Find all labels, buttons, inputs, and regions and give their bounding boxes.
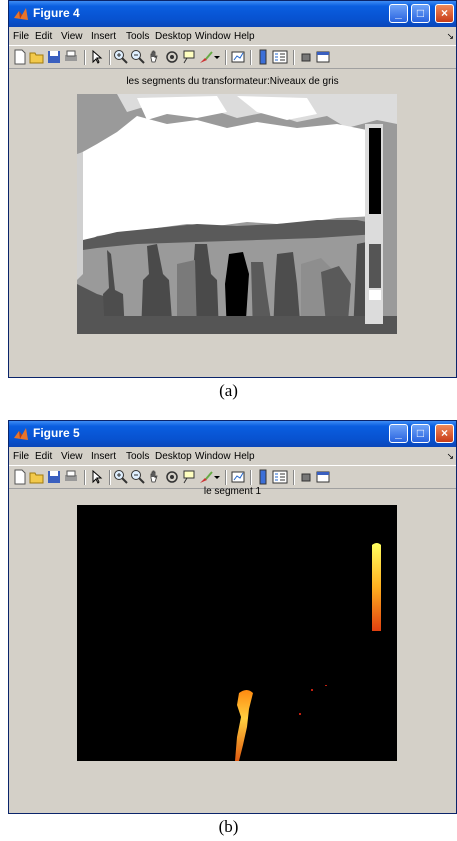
title-bar[interactable]: Figure 5 _ □ × [9, 421, 456, 447]
matlab-logo-icon [14, 8, 28, 20]
hide-plot-tools-icon[interactable] [298, 49, 314, 65]
grayscale-segments-render [77, 94, 397, 334]
menu-view[interactable]: View [61, 451, 83, 462]
menu-view[interactable]: View [61, 31, 83, 42]
hide-plot-tools-icon[interactable] [298, 469, 314, 485]
new-file-icon[interactable] [12, 469, 28, 485]
window-title: Figure 5 [33, 426, 80, 440]
menu-insert[interactable]: Insert [91, 31, 116, 42]
menu-tools[interactable]: Tools [126, 31, 149, 42]
segment-1-image[interactable] [77, 505, 397, 761]
print-icon[interactable] [63, 49, 79, 65]
menu-desktop[interactable]: Desktop [155, 451, 192, 462]
brush-dropdown-icon[interactable] [213, 49, 221, 65]
toolbar-separator [84, 50, 86, 65]
zoom-in-icon[interactable] [113, 49, 129, 65]
colorbar-icon[interactable] [255, 49, 271, 65]
window-title: Figure 4 [33, 6, 80, 20]
zoom-in-icon[interactable] [113, 469, 129, 485]
toolbar-separator [293, 50, 295, 65]
save-icon[interactable] [46, 49, 62, 65]
menu-desktop[interactable]: Desktop [155, 31, 192, 42]
brush-icon[interactable] [198, 49, 214, 65]
toolbar-separator [250, 50, 252, 65]
caption-a: (a) [219, 381, 238, 400]
menu-dock-arrow-icon[interactable]: ↘ [446, 31, 454, 42]
menu-window[interactable]: Window [195, 31, 231, 42]
maximize-button[interactable]: □ [411, 4, 430, 23]
zoom-out-icon[interactable] [130, 49, 146, 65]
brush-dropdown-icon[interactable] [213, 469, 221, 485]
pan-hand-icon[interactable] [147, 49, 163, 65]
open-folder-icon[interactable] [29, 469, 45, 485]
toolbar-separator [250, 470, 252, 485]
menu-bar: File Edit View Insert Tools Desktop Wind… [9, 448, 456, 465]
segmented-grayscale-image[interactable] [77, 94, 397, 334]
pointer-icon[interactable] [89, 469, 105, 485]
save-icon[interactable] [46, 469, 62, 485]
plot-title: les segments du transformateur:Niveaux d… [126, 76, 339, 87]
menu-tools[interactable]: Tools [126, 451, 149, 462]
close-button[interactable]: × [435, 424, 454, 443]
menu-file[interactable]: File [13, 451, 29, 462]
minimize-button[interactable]: _ [389, 4, 408, 23]
menu-dock-arrow-icon[interactable]: ↘ [446, 451, 454, 462]
toolbar-separator [293, 470, 295, 485]
zoom-out-icon[interactable] [130, 469, 146, 485]
menu-help[interactable]: Help [234, 451, 255, 462]
show-plot-tools-icon[interactable] [315, 469, 331, 485]
menu-window[interactable]: Window [195, 451, 231, 462]
figure-5-window: Figure 5 _ □ × File Edit View Insert Too… [8, 420, 457, 814]
plot-title: le segment 1 [203, 486, 262, 497]
link-plot-icon[interactable] [230, 469, 246, 485]
menu-edit[interactable]: Edit [35, 31, 52, 42]
menu-help[interactable]: Help [234, 31, 255, 42]
figure-toolbar [9, 45, 456, 69]
toolbar-separator [109, 50, 111, 65]
toolbar-separator [109, 470, 111, 485]
new-file-icon[interactable] [12, 49, 28, 65]
menu-edit[interactable]: Edit [35, 451, 52, 462]
rotate-3d-icon[interactable] [164, 49, 180, 65]
toolbar-separator [225, 470, 227, 485]
legend-icon[interactable] [272, 49, 288, 65]
menu-file[interactable]: File [13, 31, 29, 42]
matlab-logo-icon [14, 428, 28, 440]
maximize-button[interactable]: □ [411, 424, 430, 443]
rotate-3d-icon[interactable] [164, 469, 180, 485]
menu-insert[interactable]: Insert [91, 451, 116, 462]
caption-b: (b) [218, 817, 239, 836]
print-icon[interactable] [63, 469, 79, 485]
minimize-button[interactable]: _ [389, 424, 408, 443]
menu-bar: File Edit View Insert Tools Desktop Wind… [9, 28, 456, 45]
open-folder-icon[interactable] [29, 49, 45, 65]
link-plot-icon[interactable] [230, 49, 246, 65]
brush-icon[interactable] [198, 469, 214, 485]
pointer-icon[interactable] [89, 49, 105, 65]
figure-4-window: Figure 4 _ □ × File Edit View Insert Too… [8, 0, 457, 378]
legend-icon[interactable] [272, 469, 288, 485]
close-button[interactable]: × [435, 4, 454, 23]
pan-hand-icon[interactable] [147, 469, 163, 485]
toolbar-separator [225, 50, 227, 65]
show-plot-tools-icon[interactable] [315, 49, 331, 65]
title-bar[interactable]: Figure 4 _ □ × [9, 1, 456, 27]
colorbar-icon[interactable] [255, 469, 271, 485]
toolbar-separator [84, 470, 86, 485]
segment-1-render [77, 505, 397, 761]
data-cursor-icon[interactable] [181, 469, 197, 485]
data-cursor-icon[interactable] [181, 49, 197, 65]
